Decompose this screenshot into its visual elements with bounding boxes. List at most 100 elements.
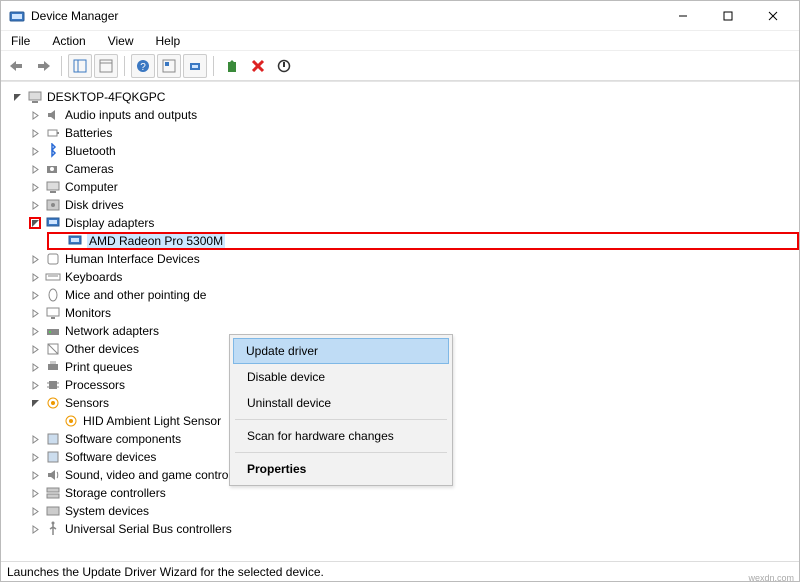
category-node[interactable]: Bluetooth <box>29 142 799 160</box>
minimize-button[interactable] <box>660 2 705 30</box>
menu-file[interactable]: File <box>7 33 34 49</box>
close-button[interactable] <box>750 2 795 30</box>
category-label: Computer <box>65 180 118 194</box>
device-tree-pane[interactable]: DESKTOP-4FQKGPC Audio inputs and outputs… <box>1 81 799 561</box>
category-label: Software components <box>65 432 181 446</box>
ctx-properties[interactable]: Properties <box>233 456 449 482</box>
category-node[interactable]: Disk drives <box>29 196 799 214</box>
category-node[interactable]: Keyboards <box>29 268 799 286</box>
category-node[interactable]: Cameras <box>29 160 799 178</box>
category-label: Keyboards <box>65 270 122 284</box>
chevron-right-icon[interactable] <box>29 307 41 319</box>
category-label: System devices <box>65 504 149 518</box>
watermark: wexdn.com <box>748 573 794 583</box>
device-category-icon <box>45 377 61 393</box>
device-category-icon <box>45 395 61 411</box>
category-label: Sensors <box>65 396 109 410</box>
ctx-update-driver[interactable]: Update driver <box>233 338 449 364</box>
device-category-icon <box>45 503 61 519</box>
help-button[interactable]: ? <box>131 54 155 78</box>
category-node[interactable]: Audio inputs and outputs <box>29 106 799 124</box>
chevron-right-icon[interactable] <box>29 145 41 157</box>
chevron-right-icon[interactable] <box>29 505 41 517</box>
show-hide-tree-button[interactable] <box>68 54 92 78</box>
category-label: Display adapters <box>65 216 154 230</box>
ctx-disable-device[interactable]: Disable device <box>233 364 449 390</box>
category-node[interactable]: Display adapters <box>29 214 799 232</box>
category-label: Processors <box>65 378 125 392</box>
device-category-icon <box>45 431 61 447</box>
ctx-separator <box>235 419 447 420</box>
device-category-icon <box>45 287 61 303</box>
chevron-right-icon[interactable] <box>29 163 41 175</box>
update-driver-button[interactable] <box>220 54 244 78</box>
category-node[interactable]: Mice and other pointing de <box>29 286 799 304</box>
chevron-down-icon[interactable] <box>11 91 23 103</box>
chevron-right-icon[interactable] <box>29 325 41 337</box>
window-title: Device Manager <box>31 9 660 23</box>
device-category-icon <box>45 215 61 231</box>
uninstall-button[interactable] <box>246 54 270 78</box>
device-category-icon <box>45 467 61 483</box>
menu-action[interactable]: Action <box>48 33 89 49</box>
toolbar-separator <box>124 56 125 76</box>
category-node[interactable]: Monitors <box>29 304 799 322</box>
chevron-right-icon[interactable] <box>29 433 41 445</box>
scan-hardware-button[interactable] <box>183 54 207 78</box>
chevron-down-icon[interactable] <box>29 217 41 229</box>
chevron-right-icon[interactable] <box>29 469 41 481</box>
category-node[interactable]: Batteries <box>29 124 799 142</box>
chevron-right-icon[interactable] <box>29 487 41 499</box>
chevron-right-icon[interactable] <box>29 289 41 301</box>
disable-button[interactable] <box>272 54 296 78</box>
category-node[interactable]: Storage controllers <box>29 484 799 502</box>
chevron-right-icon[interactable] <box>29 523 41 535</box>
window-controls <box>660 2 795 30</box>
context-menu: Update driver Disable device Uninstall d… <box>229 334 453 486</box>
chevron-down-icon[interactable] <box>29 397 41 409</box>
category-node[interactable]: Human Interface Devices <box>29 250 799 268</box>
chevron-right-icon[interactable] <box>29 379 41 391</box>
sensor-icon <box>63 413 79 429</box>
chevron-right-icon[interactable] <box>29 199 41 211</box>
category-label: Bluetooth <box>65 144 116 158</box>
toolbar-separator <box>61 56 62 76</box>
category-label: Universal Serial Bus controllers <box>65 522 232 536</box>
category-node[interactable]: System devices <box>29 502 799 520</box>
chevron-right-icon[interactable] <box>29 253 41 265</box>
properties-button[interactable] <box>94 54 118 78</box>
back-button[interactable] <box>5 54 29 78</box>
chevron-right-icon[interactable] <box>29 451 41 463</box>
forward-button[interactable] <box>31 54 55 78</box>
category-label: Storage controllers <box>65 486 166 500</box>
chevron-right-icon[interactable] <box>29 109 41 121</box>
chevron-right-icon[interactable] <box>29 361 41 373</box>
root-node[interactable]: DESKTOP-4FQKGPC <box>11 88 799 106</box>
chevron-right-icon[interactable] <box>29 181 41 193</box>
ctx-scan-hardware[interactable]: Scan for hardware changes <box>233 423 449 449</box>
chevron-right-icon[interactable] <box>29 271 41 283</box>
maximize-button[interactable] <box>705 2 750 30</box>
device-category-icon <box>45 521 61 537</box>
device-category-icon <box>45 179 61 195</box>
titlebar: Device Manager <box>1 1 799 31</box>
chevron-right-icon[interactable] <box>29 127 41 139</box>
device-node-selected[interactable]: AMD Radeon Pro 5300M <box>47 232 799 250</box>
category-label: Monitors <box>65 306 111 320</box>
chevron-right-icon[interactable] <box>29 343 41 355</box>
device-manager-window: Device Manager File Action View Help ? <box>0 0 800 582</box>
device-category-icon <box>45 143 61 159</box>
category-label: Software devices <box>65 450 156 464</box>
menu-view[interactable]: View <box>104 33 138 49</box>
device-category-icon <box>45 107 61 123</box>
menu-help[interactable]: Help <box>152 33 185 49</box>
category-node[interactable]: Universal Serial Bus controllers <box>29 520 799 538</box>
category-node[interactable]: Computer <box>29 178 799 196</box>
app-icon <box>9 8 25 24</box>
svg-text:?: ? <box>140 62 146 73</box>
ctx-uninstall-device[interactable]: Uninstall device <box>233 390 449 416</box>
category-label: Disk drives <box>65 198 124 212</box>
statusbar: Launches the Update Driver Wizard for th… <box>1 561 799 581</box>
root-label: DESKTOP-4FQKGPC <box>47 90 165 104</box>
action-button-1[interactable] <box>157 54 181 78</box>
